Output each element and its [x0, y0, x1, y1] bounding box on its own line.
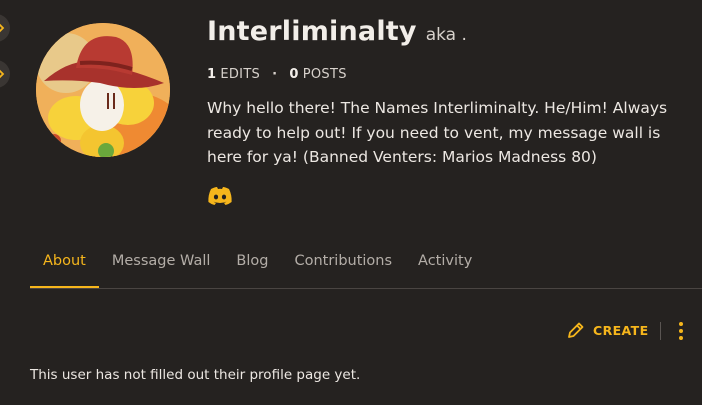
chevron-icon	[0, 23, 5, 33]
tabs-divider	[30, 288, 702, 289]
profile-bio: Why hello there! The Names Interliminalt…	[207, 99, 668, 166]
create-button-label: CREATE	[593, 322, 649, 338]
side-toolbar-button-1[interactable]	[0, 14, 10, 42]
posts-count: 0	[289, 67, 299, 82]
avatar-image	[36, 23, 170, 157]
pencil-icon	[568, 322, 584, 338]
tab-about[interactable]: About	[30, 243, 99, 289]
user-profile-page: Interliminalty aka . 1 EDITS · 0 POSTS W…	[0, 0, 702, 405]
posts-label: POSTS	[302, 67, 347, 82]
profile-name-row: Interliminalty aka .	[207, 16, 467, 47]
empty-profile-message: This user has not filled out their profi…	[30, 367, 361, 383]
more-options-button[interactable]	[673, 320, 689, 342]
avatar[interactable]	[36, 23, 170, 157]
username: Interliminalty	[207, 16, 417, 47]
discord-icon[interactable]	[207, 186, 233, 206]
tab-message-wall[interactable]: Message Wall	[99, 243, 224, 289]
edits-count: 1	[207, 67, 217, 82]
side-toolbar-button-2[interactable]	[0, 60, 10, 88]
action-divider	[660, 322, 661, 340]
stats-separator: ·	[272, 67, 278, 82]
profile-tabs: About Message Wall Blog Contributions Ac…	[30, 243, 485, 289]
edits-label: EDITS	[220, 67, 261, 82]
chevron-icon	[0, 69, 5, 79]
tab-contributions[interactable]: Contributions	[281, 243, 405, 289]
tab-blog[interactable]: Blog	[223, 243, 281, 289]
create-button[interactable]: CREATE	[566, 320, 649, 340]
tab-activity[interactable]: Activity	[405, 243, 485, 289]
kebab-menu-icon	[679, 322, 683, 340]
aka-label: aka .	[425, 25, 467, 45]
profile-stats: 1 EDITS · 0 POSTS	[207, 67, 347, 82]
